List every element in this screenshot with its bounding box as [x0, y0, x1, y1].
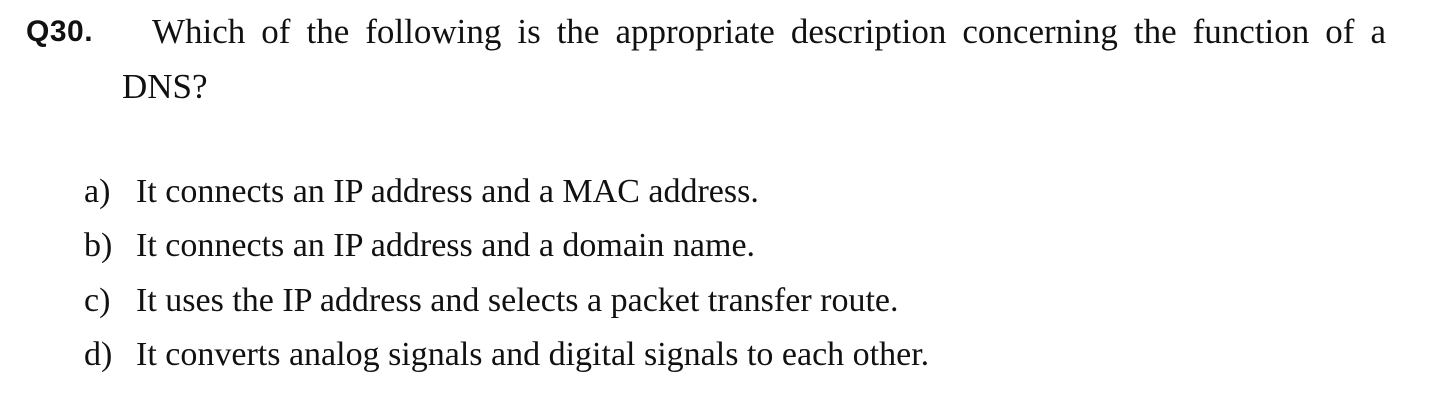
option-letter: b)	[84, 227, 113, 264]
option-text: It connects an IP address and a MAC addr…	[136, 173, 759, 210]
question-block: Q30. Which of the following is the appro…	[0, 0, 1450, 401]
option-text: It connects an IP address and a domain n…	[136, 227, 756, 264]
option-letter: c)	[84, 282, 111, 319]
option-text: It converts analog signals and digital s…	[136, 336, 930, 373]
question-text-line-2: DNS?	[122, 67, 208, 106]
question-number: Q30.	[26, 15, 94, 48]
question-text-line-1: Which of the following is the appropriat…	[152, 12, 1386, 51]
option-letter: d)	[84, 336, 113, 373]
option-text: It uses the IP address and selects a pac…	[136, 282, 899, 319]
option-letter: a)	[84, 173, 111, 210]
